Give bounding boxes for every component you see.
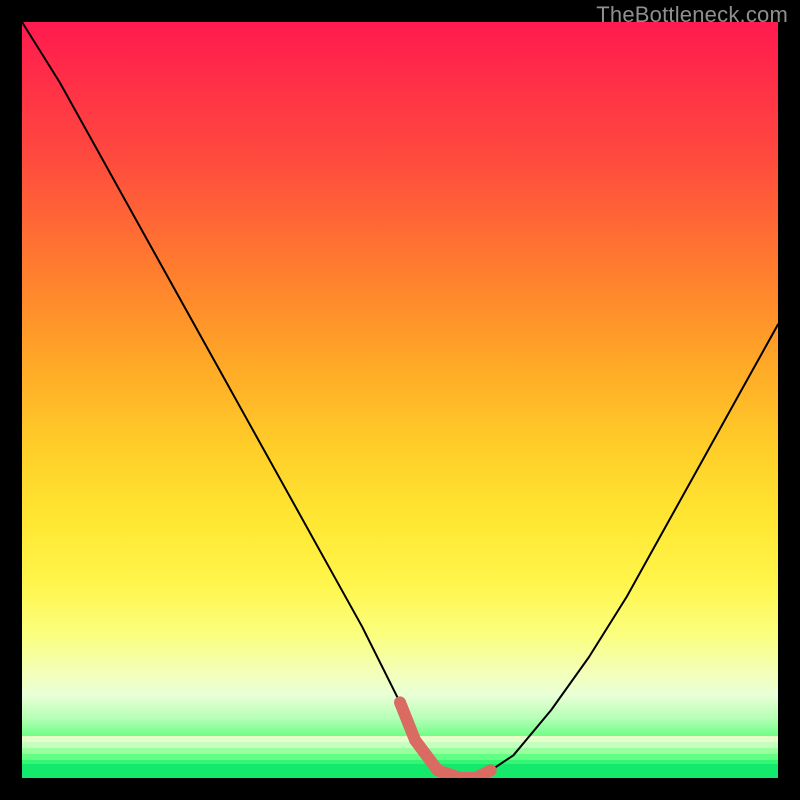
plot-background (22, 22, 778, 778)
bottleneck-curve (22, 22, 778, 778)
watermark-text: TheBottleneck.com (596, 2, 788, 28)
curve-svg (22, 22, 778, 778)
valley-highlight (400, 702, 491, 778)
chart-frame: TheBottleneck.com (0, 0, 800, 800)
